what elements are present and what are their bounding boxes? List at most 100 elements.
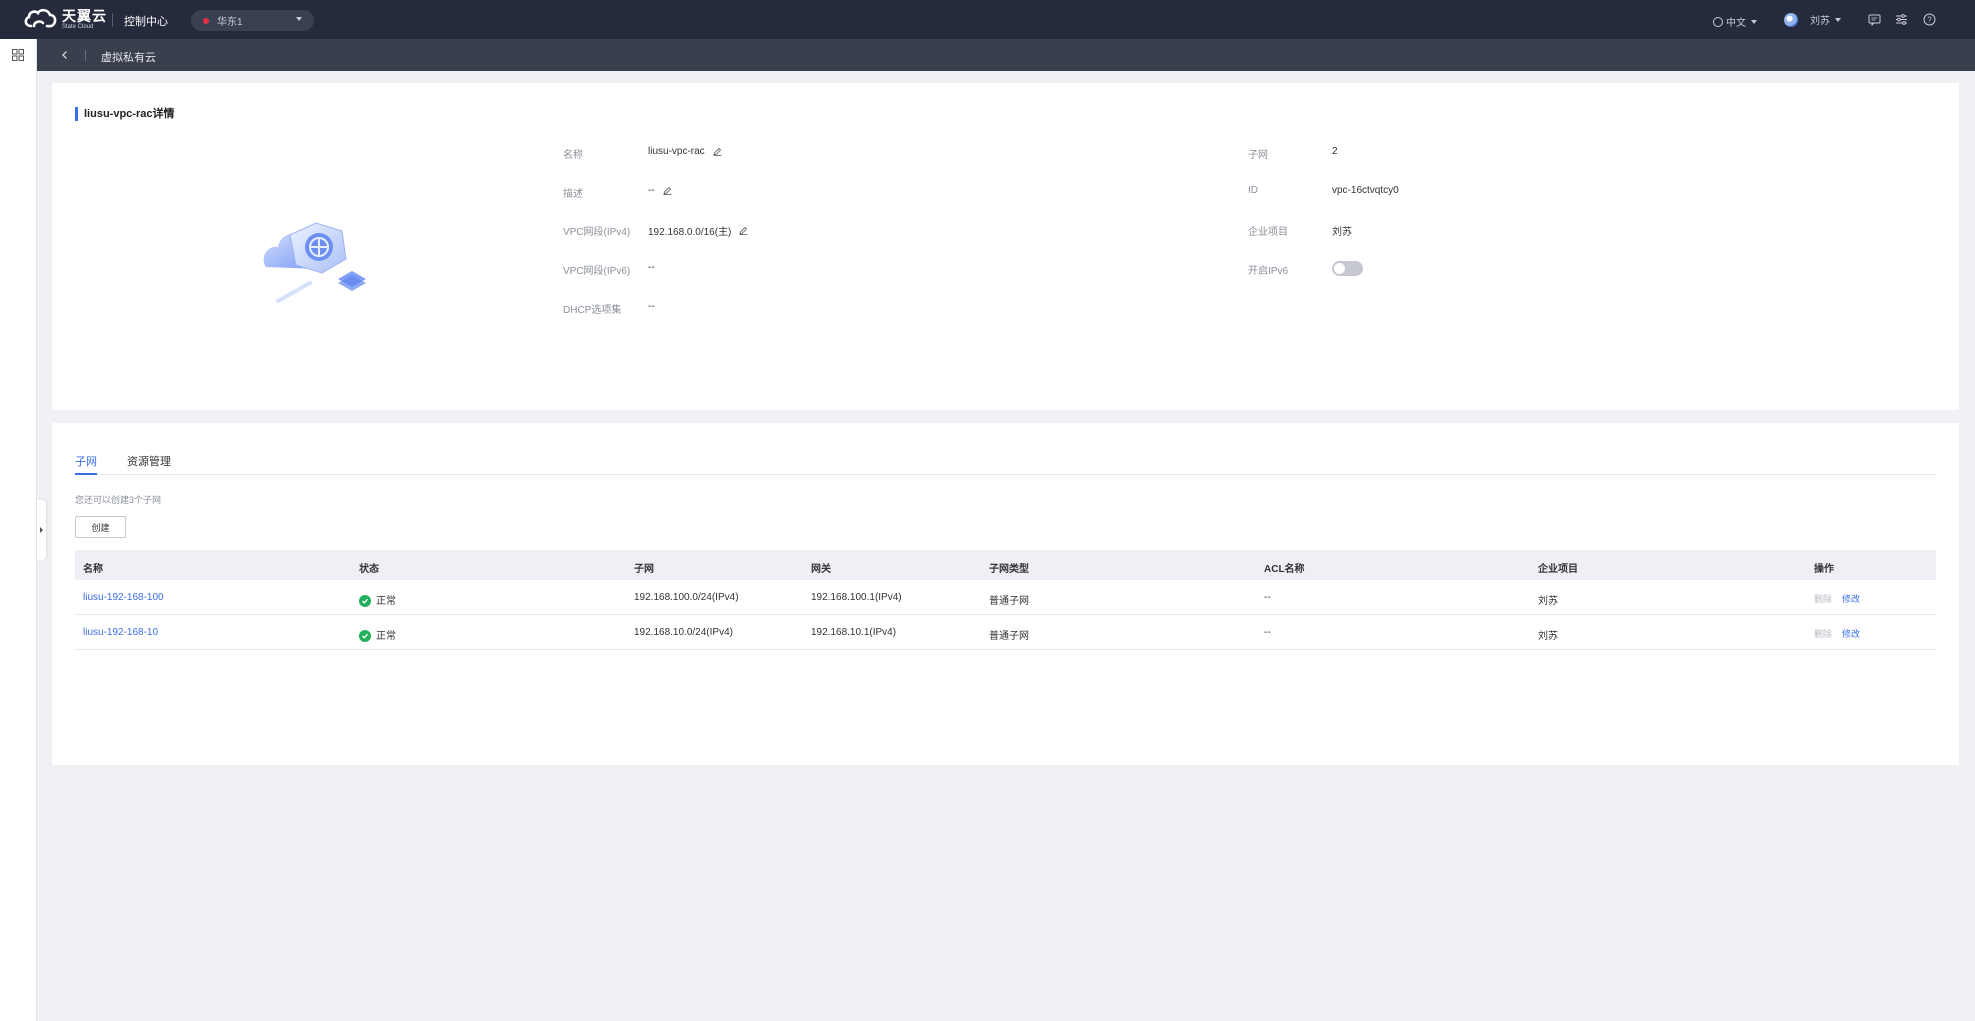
breadcrumb: 虚拟私有云 xyxy=(37,39,1975,71)
delete-button: 删除 xyxy=(1814,594,1833,604)
check-circle-icon xyxy=(359,595,371,608)
column-header-acl: ACL名称 xyxy=(1264,564,1305,575)
edit-button[interactable]: 修改 xyxy=(1842,594,1860,604)
user-menu[interactable]: 刘苏 xyxy=(1784,12,1841,27)
vpc-cloud-illustration xyxy=(263,222,366,303)
name-text: liusu-vpc-rac xyxy=(648,146,705,157)
apps-grid-icon[interactable] xyxy=(12,49,24,61)
subnet-gateway: 192.168.10.1(IPv4) xyxy=(811,627,897,638)
globe-icon xyxy=(1713,16,1723,27)
region-select[interactable]: 华东1 xyxy=(191,10,314,31)
user-name: 刘苏 xyxy=(1810,16,1830,27)
vpc-id-label: ID xyxy=(1248,185,1258,196)
vpc-cidr-ipv4-value: 192.168.0.0/16(主) xyxy=(648,223,748,238)
message-icon[interactable] xyxy=(1868,13,1881,26)
left-sidebar xyxy=(0,39,37,1021)
vpc-cidr-ipv4-label: VPC网段(IPv4) xyxy=(563,227,631,238)
settings-sliders-icon[interactable] xyxy=(1895,13,1908,26)
top-navigation-bar: 天翼云 State Cloud 控制中心 华东1 中文 刘苏 ? xyxy=(0,0,1975,39)
avatar xyxy=(1784,12,1798,27)
subnet-acl: -- xyxy=(1264,592,1271,603)
subnet-name-link[interactable]: liusu-192-168-10 xyxy=(83,627,158,638)
vpc-cidr-ipv4-text: 192.168.0.0/16(主) xyxy=(648,227,732,238)
create-subnet-button[interactable]: 创建 xyxy=(75,516,126,538)
topbar-divider xyxy=(112,13,113,27)
tab-resource-management[interactable]: 资源管理 xyxy=(127,453,171,475)
help-icon[interactable]: ? xyxy=(1923,13,1936,26)
subnet-cidr: 192.168.100.0/24(IPv4) xyxy=(634,592,739,603)
cloud-logo-icon xyxy=(24,8,57,28)
sidebar-expand-handle[interactable] xyxy=(37,500,46,560)
row-actions: 删除 修改 xyxy=(1814,627,1860,640)
column-header-project: 企业项目 xyxy=(1538,564,1578,575)
tab-bar: 子网 资源管理 xyxy=(75,453,1936,475)
dhcp-options-value: -- xyxy=(648,301,655,312)
subnet-gateway: 192.168.100.1(IPv4) xyxy=(811,592,902,603)
brand-logo[interactable]: 天翼云 State Cloud xyxy=(22,7,107,31)
description-label: 描述 xyxy=(563,189,583,200)
status-text: 正常 xyxy=(376,631,396,642)
delete-button: 删除 xyxy=(1814,629,1833,639)
toggle-knob xyxy=(1334,263,1345,274)
edit-pencil-icon[interactable] xyxy=(739,226,748,235)
chevron-down-icon xyxy=(296,17,302,21)
svg-text:?: ? xyxy=(1927,16,1932,25)
console-title[interactable]: 控制中心 xyxy=(124,13,168,29)
region-dot-icon xyxy=(203,17,209,24)
column-header-actions: 操作 xyxy=(1814,564,1834,575)
enterprise-project-label: 企业项目 xyxy=(1248,227,1288,238)
vpc-detail-card: liusu-vpc-rac详情 名称 liusu-vpc-rac 描述 -- V… xyxy=(52,83,1959,410)
edit-pencil-icon[interactable] xyxy=(663,186,672,195)
subnet-project: 刘苏 xyxy=(1538,596,1558,607)
vpc-id-value: vpc-16ctvqtcy0 xyxy=(1332,185,1399,196)
table-row: liusu-192-168-100 正常 192.168.100.0/24(IP… xyxy=(75,580,1936,615)
detail-title: liusu-vpc-rac详情 xyxy=(75,107,174,121)
logo-text: 天翼云 State Cloud xyxy=(62,9,107,30)
subnet-type: 普通子网 xyxy=(989,596,1029,607)
name-label: 名称 xyxy=(563,150,583,161)
description-value: -- xyxy=(648,185,672,196)
vpc-cidr-ipv6-label: VPC网段(IPv6) xyxy=(563,266,631,277)
breadcrumb-divider xyxy=(85,50,86,61)
region-label: 华东1 xyxy=(217,17,243,28)
edit-button[interactable]: 修改 xyxy=(1842,629,1860,639)
table-header: 名称 状态 子网 网关 子网类型 ACL名称 企业项目 操作 xyxy=(75,550,1936,580)
subnet-count-value: 2 xyxy=(1332,146,1338,157)
column-header-status: 状态 xyxy=(359,564,379,575)
chevron-right-icon xyxy=(40,527,43,533)
chevron-down-icon xyxy=(1835,17,1841,22)
description-text: -- xyxy=(648,185,655,196)
subnet-list-card: 子网 资源管理 您还可以创建3个子网 创建 名称 状态 子网 网关 子网类型 A… xyxy=(52,423,1959,765)
subnet-cidr: 192.168.10.0/24(IPv4) xyxy=(634,627,733,638)
subnet-type: 普通子网 xyxy=(989,631,1029,642)
subnet-quota-hint: 您还可以创建3个子网 xyxy=(75,495,162,505)
language-switcher[interactable]: 中文 xyxy=(1713,14,1757,29)
back-arrow-icon[interactable] xyxy=(59,49,71,61)
check-circle-icon xyxy=(359,630,371,643)
logo-cn-text: 天翼云 xyxy=(62,7,107,24)
name-value: liusu-vpc-rac xyxy=(648,146,722,157)
chevron-down-icon xyxy=(1751,19,1757,24)
subnet-table: 名称 状态 子网 网关 子网类型 ACL名称 企业项目 操作 liusu-192… xyxy=(75,550,1936,650)
enterprise-project-value: 刘苏 xyxy=(1332,227,1352,238)
page-title: 虚拟私有云 xyxy=(101,52,156,64)
enable-ipv6-toggle[interactable] xyxy=(1332,261,1363,276)
column-header-subnet: 子网 xyxy=(634,564,654,575)
language-label: 中文 xyxy=(1726,18,1746,29)
subnet-count-label: 子网 xyxy=(1248,150,1268,161)
logo-en-text: State Cloud xyxy=(62,23,94,30)
column-header-subnet-type: 子网类型 xyxy=(989,564,1029,575)
subnet-acl: -- xyxy=(1264,627,1271,638)
column-header-name: 名称 xyxy=(83,564,103,575)
subnet-status: 正常 xyxy=(359,627,396,643)
subnet-project: 刘苏 xyxy=(1538,631,1558,642)
dhcp-options-label: DHCP选项集 xyxy=(563,305,622,316)
row-actions: 删除 修改 xyxy=(1814,592,1860,605)
subnet-status: 正常 xyxy=(359,592,396,608)
edit-pencil-icon[interactable] xyxy=(713,147,722,156)
subnet-name-link[interactable]: liusu-192-168-100 xyxy=(83,592,164,603)
column-header-gateway: 网关 xyxy=(811,564,831,575)
status-text: 正常 xyxy=(376,596,396,607)
tab-subnet[interactable]: 子网 xyxy=(75,453,97,475)
enable-ipv6-label: 开启IPv6 xyxy=(1248,266,1289,277)
